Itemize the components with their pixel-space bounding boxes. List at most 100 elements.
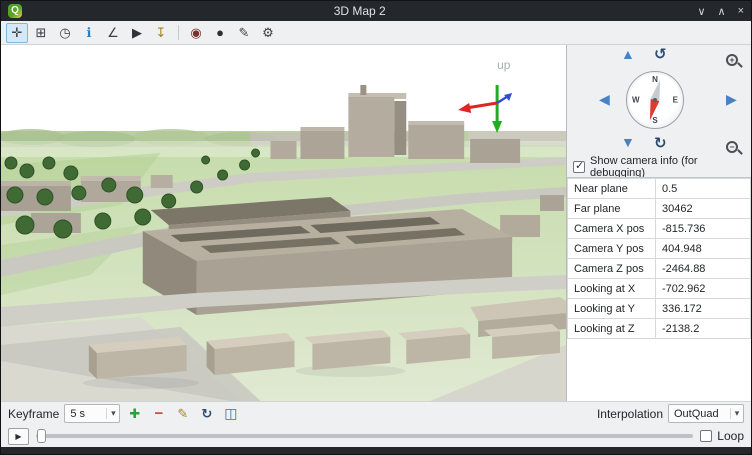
slider-handle[interactable] (37, 429, 46, 443)
play-icon: ▶ (132, 25, 142, 41)
up-arrow-icon: ▲ (621, 46, 635, 62)
row-label: Looking at Z (568, 319, 656, 339)
maximize-button[interactable]: ∧ (718, 5, 726, 18)
row-value: 336.172 (656, 299, 751, 319)
window-frame-bottom (1, 447, 751, 454)
zoom-full-icon: ⊞ (36, 25, 47, 41)
table-row: Camera Z pos-2464.88 (568, 259, 751, 279)
row-value: 404.948 (656, 239, 751, 259)
dropdown-arrow-icon: ▾ (106, 408, 119, 419)
pan-icon: ✛ (12, 25, 23, 41)
identify-button[interactable]: ℹ (78, 23, 100, 43)
scene-svg: up (1, 45, 566, 401)
save-image-icon: ↧ (156, 25, 167, 41)
row-label: Camera Z pos (568, 259, 656, 279)
row-value: 0.5 (656, 179, 751, 199)
interpolation-label: Interpolation (597, 407, 663, 421)
loop-label: Loop (717, 429, 744, 443)
row-label: Near plane (568, 179, 656, 199)
move-left-button[interactable]: ◀ (599, 92, 610, 106)
zoom-in-button[interactable]: + (726, 51, 743, 68)
timeline-slider[interactable] (36, 428, 693, 444)
pencil-icon: ✎ (177, 406, 188, 422)
row-value: -2138.2 (656, 319, 751, 339)
minimize-button[interactable]: ∨ (697, 5, 705, 18)
export-animation-button[interactable]: ◫ (221, 404, 240, 423)
refresh-icon: ↻ (201, 406, 212, 422)
row-label: Looking at X (568, 279, 656, 299)
camera-navigation: ▲ ↺ + ◀ ▶ ▼ ↻ − N W E S (567, 45, 751, 157)
zoom-out-icon: − (726, 141, 738, 153)
toolbar: ✛ ⊞ ◷ ℹ ∠ ▶ ↧ ◉ ● ✎ ⚙ (1, 21, 751, 45)
table-row: Looking at Z-2138.2 (568, 319, 751, 339)
window: Q 3D Map 2 ∨ ∧ × ✛ ⊞ ◷ ℹ ∠ ▶ ↧ ◉ ● ✎ ⚙ (0, 0, 752, 455)
play-icon: ▶ (15, 432, 21, 441)
keyframe-combo[interactable]: 5 s ▾ (64, 404, 120, 423)
interpolation-combo[interactable]: OutQuad ▾ (668, 404, 744, 423)
save-image-button[interactable]: ↧ (150, 23, 172, 43)
titlebar[interactable]: Q 3D Map 2 ∨ ∧ × (1, 1, 751, 21)
gear-icon: ⚙ (262, 25, 274, 41)
zoom-full-button[interactable]: ⊞ (30, 23, 52, 43)
info-icon: ℹ (87, 25, 92, 41)
tilt-down-button[interactable]: ▼ (621, 135, 635, 149)
row-value: -815.736 (656, 219, 751, 239)
row-label: Looking at Y (568, 299, 656, 319)
keyframe-combo-value: 5 s (65, 408, 106, 420)
down-arrow-icon: ▼ (621, 134, 635, 150)
right-arrow-icon: ▶ (726, 91, 737, 107)
compass-needle-icon (627, 72, 683, 128)
zoom-in-icon: + (726, 54, 738, 66)
main-area: up ▲ ↺ + ◀ ▶ ▼ ↻ − (1, 45, 751, 401)
play-animation-button[interactable]: ▶ (8, 428, 29, 445)
rotate-cw-button[interactable]: ↻ (654, 136, 667, 151)
compass[interactable]: N W E S (626, 71, 684, 129)
loop-checkbox[interactable]: Loop (700, 429, 744, 443)
row-label: Camera X pos (568, 219, 656, 239)
pencil-icon: ✎ (239, 25, 250, 41)
close-button[interactable]: × (738, 5, 744, 18)
checkbox-box: ✓ (573, 161, 585, 173)
globe-icon: ● (216, 25, 224, 40)
update-keyframes-button[interactable]: ↻ (197, 404, 216, 423)
table-row: Near plane0.5 (568, 179, 751, 199)
keyframe-bar: Keyframe 5 s ▾ ✚ − ✎ ↻ ◫ Interpolation O… (1, 401, 751, 425)
interpolation-combo-value: OutQuad (669, 408, 730, 420)
left-arrow-icon: ◀ (599, 91, 610, 107)
show-camera-info-checkbox[interactable]: ✓ Show camera info (for debugging) (567, 157, 751, 177)
table-row: Camera Y pos404.948 (568, 239, 751, 259)
zoom-out-button[interactable]: − (726, 138, 743, 155)
rotate-ccw-button[interactable]: ↺ (654, 47, 667, 62)
dropdown-arrow-icon: ▾ (730, 408, 743, 419)
ruler-icon: ∠ (107, 25, 119, 41)
row-value: -2464.88 (656, 259, 751, 279)
move-right-button[interactable]: ▶ (726, 92, 737, 106)
edit-tool-button[interactable]: ✎ (233, 23, 255, 43)
show-camera-info-label: Show camera info (for debugging) (590, 155, 745, 179)
scene-globe-button[interactable]: ● (209, 23, 231, 43)
keyframe-label: Keyframe (8, 407, 59, 421)
magnifier-handle (737, 149, 743, 155)
toolbar-separator (178, 25, 179, 40)
disk-icon: ◫ (224, 405, 237, 422)
table-row: Looking at X-702.962 (568, 279, 751, 299)
axis-up-label: up (497, 58, 511, 72)
add-keyframe-button[interactable]: ✚ (125, 404, 144, 423)
rotate-cw-icon: ↻ (654, 135, 667, 152)
3d-viewport[interactable]: up (1, 45, 567, 401)
slider-groove (36, 434, 693, 438)
rotate-ccw-icon: ↺ (654, 46, 667, 63)
animation-clock-button[interactable]: ◷ (54, 23, 76, 43)
table-row: Looking at Y336.172 (568, 299, 751, 319)
measure-line-button[interactable]: ∠ (102, 23, 124, 43)
remove-keyframe-button[interactable]: − (149, 404, 168, 423)
camera-control-tool-button[interactable]: ✛ (6, 23, 28, 43)
tilt-up-button[interactable]: ▲ (621, 47, 635, 61)
magnifier-handle (737, 62, 743, 68)
row-value: 30462 (656, 199, 751, 219)
configure-button[interactable]: ⚙ (257, 23, 279, 43)
camera-views-button[interactable]: ◉ (185, 23, 207, 43)
animations-button[interactable]: ▶ (126, 23, 148, 43)
edit-keyframe-button[interactable]: ✎ (173, 404, 192, 423)
qgis-logo-icon: Q (8, 4, 22, 18)
